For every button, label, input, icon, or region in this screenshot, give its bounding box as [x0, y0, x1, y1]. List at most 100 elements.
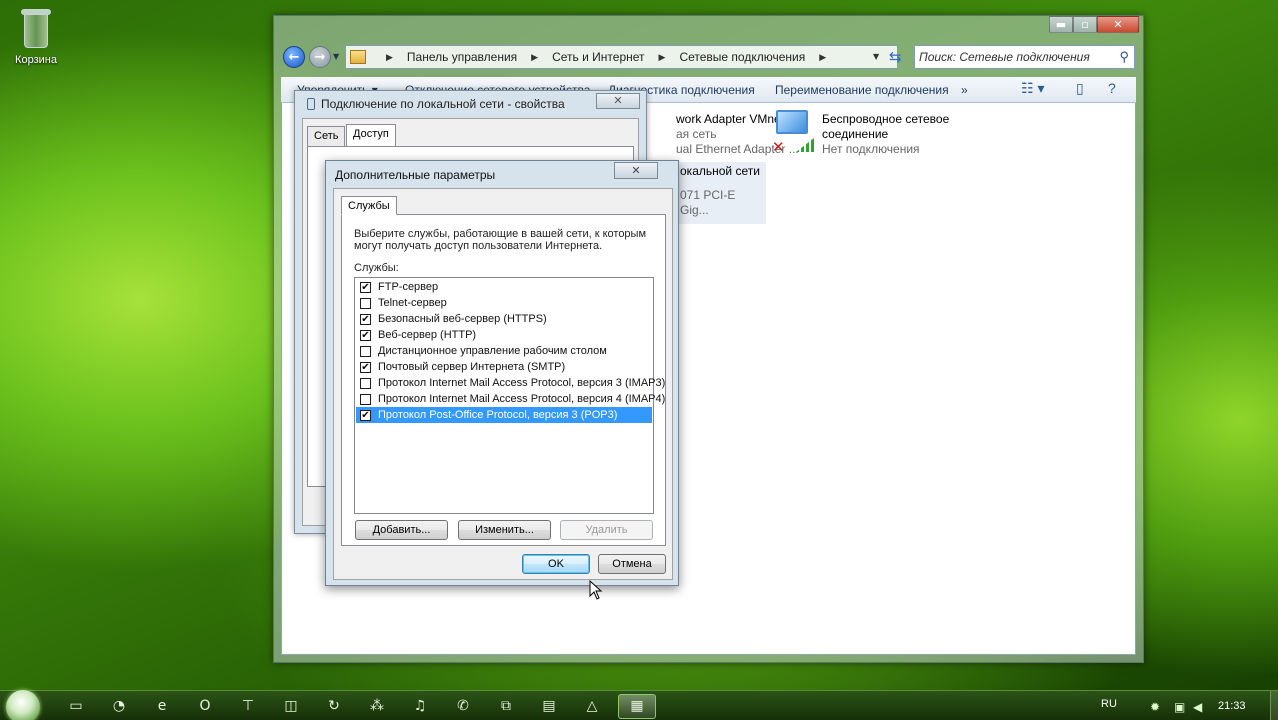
checkbox[interactable] [360, 393, 371, 405]
search-placeholder: Поиск: Сетевые подключения [919, 50, 1090, 64]
ok-button[interactable]: OK [522, 554, 590, 574]
tab-services[interactable]: Службы [341, 196, 397, 215]
service-label: Дистанционное управление рабочим столом [378, 345, 607, 357]
delete-button[interactable]: Удалить [560, 520, 653, 540]
tray-network-icon[interactable]: ▣ [1174, 700, 1185, 714]
connection-name: Беспроводное сетевое [822, 112, 950, 126]
services-panel: Выберите службы, работающие в вашей сети… [341, 214, 666, 546]
list-item-selected[interactable]: ✔ Протокол Post-Office Protocol, версия 3… [356, 407, 652, 423]
dialog-title: Подключение по локальной сети - свойства [307, 97, 565, 111]
search-icon[interactable]: ⚲ [1119, 46, 1129, 68]
wireless-connection-icon: ✕ [772, 110, 814, 156]
close-button[interactable]: ✕ [1097, 16, 1139, 33]
checkbox[interactable] [360, 345, 371, 357]
tray-app-icon[interactable]: ✹ [1150, 700, 1160, 714]
recent-pages-dropdown[interactable]: ▼ [333, 52, 339, 61]
service-label: Протокол Internet Mail Access Protocol, … [378, 393, 666, 405]
connection-name-2: соединение [822, 127, 889, 141]
maximize-button[interactable]: ▫ [1073, 16, 1097, 33]
show-desktop-button[interactable] [1270, 691, 1278, 720]
clock[interactable]: 21:33 [1218, 700, 1246, 712]
service-label: Протокол Internet Mail Access Protocol, … [378, 377, 666, 389]
warning-icon[interactable]: △ [583, 698, 601, 714]
add-button[interactable]: Добавить... [355, 520, 448, 540]
address-bar[interactable]: ▶ Панель управления ▶ Сеть и Интернет ▶ … [345, 45, 898, 69]
service-label: Telnet-сервер [378, 297, 447, 309]
services-list[interactable]: ✔ FTP-сервер Telnet-сервер ✔ Безопасный ве… [354, 277, 665, 514]
rename-button[interactable]: Переименование подключения [775, 83, 949, 97]
recycle-bin-label: Корзина [15, 54, 57, 66]
dialog-title: Дополнительные параметры [335, 168, 496, 182]
service-label: Веб-сервер (HTTP) [378, 329, 477, 341]
sync-icon[interactable]: ↻ [325, 698, 343, 714]
network-adapter-icon [307, 98, 315, 110]
start-button[interactable] [6, 690, 40, 720]
checkbox[interactable]: ✔ [360, 409, 371, 421]
volume-icon[interactable]: ◀ [1193, 700, 1202, 714]
internet-explorer-icon[interactable]: e [153, 698, 171, 714]
list-item[interactable]: Telnet-сервер [356, 295, 652, 311]
service-label: Протокол Post-Office Protocol, версия 3 … [378, 409, 618, 421]
browser-icon[interactable]: ◔ [110, 698, 128, 714]
edit-button[interactable]: Изменить... [458, 520, 551, 540]
back-button[interactable]: ← [283, 46, 305, 68]
address-row: ← → ▼ ▶ Панель управления ▶ Сеть и Интер… [281, 44, 1136, 70]
phone-icon[interactable]: ✆ [454, 698, 472, 714]
search-input[interactable]: Поиск: Сетевые подключения ⚲ [914, 45, 1135, 69]
checkbox[interactable]: ✔ [360, 281, 371, 293]
tab-sharing[interactable]: Доступ [346, 124, 396, 147]
list-item[interactable]: ✔ Почтовый сервер Интернета (SMTP) [356, 359, 652, 375]
list-item[interactable]: Протокол Internet Mail Access Protocol, … [356, 375, 665, 391]
close-button[interactable]: ✕ [596, 93, 640, 109]
cancel-button[interactable]: Отмена [598, 554, 666, 574]
dialog-body: Службы Выберите службы, работающие в ваш… [333, 188, 673, 580]
list-item[interactable]: Протокол Internet Mail Access Protocol, … [356, 391, 665, 407]
checkbox[interactable]: ✔ [360, 313, 371, 325]
chevron-right-icon: ▶ [819, 51, 827, 62]
checkbox[interactable]: ✔ [360, 329, 371, 341]
services-description: Выберите службы, работающие в вашей сети… [354, 228, 647, 252]
forward-button[interactable]: → [309, 46, 331, 68]
mouse-cursor-icon [589, 580, 603, 600]
minimize-button[interactable]: ▬ [1049, 16, 1073, 33]
service-label: Почтовый сервер Интернета (SMTP) [378, 361, 566, 373]
dialog-title-text: Подключение по локальной сети - свойства [321, 97, 565, 111]
chevron-right-icon: ▶ [531, 51, 539, 62]
connection-wireless[interactable]: Беспроводное сетевое соединение Нет подк… [822, 112, 949, 157]
show-desktop-icon[interactable]: ▭ [67, 698, 85, 714]
document-icon[interactable]: ▤ [540, 698, 558, 714]
refresh-icon[interactable]: ⇆ [889, 48, 902, 66]
opera-icon[interactable]: O [196, 698, 214, 714]
language-indicator[interactable]: RU [1101, 698, 1117, 710]
list-item[interactable]: ✔ FTP-сервер [356, 279, 652, 295]
taskbar-item-control-panel[interactable]: ▦ [618, 694, 656, 719]
help-icon[interactable]: ? [1108, 80, 1116, 96]
music-icon[interactable]: ♫ [411, 698, 429, 714]
checkbox[interactable] [360, 377, 371, 389]
window-caption-buttons: ▬ ▫ ✕ [1049, 16, 1139, 33]
connection-local-area[interactable]: окальной сети 071 PCI-E Gig... [676, 162, 766, 224]
service-label: FTP-сервер [378, 281, 439, 293]
more-commands-button[interactable]: » [961, 83, 968, 97]
tab-network[interactable]: Сеть [307, 126, 346, 146]
connection-device: 071 PCI-E Gig... [680, 188, 736, 217]
windows-icon[interactable]: ⧉ [497, 698, 515, 714]
media-icon[interactable]: ◫ [282, 698, 300, 714]
preview-pane-icon[interactable]: ▯ [1076, 80, 1084, 97]
taskbar: ▭ ◔ e O ⊤ ◫ ↻ ⁂ ♫ ✆ ⧉ ▤ △ ▦ RU ✹ ▣ ◀ 21:… [0, 690, 1278, 720]
close-button[interactable]: ✕ [614, 162, 658, 179]
breadcrumb-network-internet[interactable]: Сеть и Интернет [552, 50, 644, 64]
address-history-dropdown[interactable]: ▼ [873, 52, 879, 61]
network-icon[interactable]: ⁂ [368, 698, 386, 714]
list-item[interactable]: ✔ Веб-сервер (HTTP) [356, 327, 652, 343]
checkbox[interactable]: ✔ [360, 361, 371, 373]
app-icon[interactable]: ⊤ [239, 698, 257, 714]
breadcrumb-control-panel[interactable]: Панель управления [407, 50, 517, 64]
list-item[interactable]: Дистанционное управление рабочим столом [356, 343, 652, 359]
view-options-icon[interactable]: ☷ ▾ [1021, 80, 1044, 97]
connection-status: Нет подключения [822, 142, 920, 156]
breadcrumb-network-connections[interactable]: Сетевые подключения [679, 50, 805, 64]
list-item[interactable]: ✔ Безопасный веб-сервер (HTTPS) [356, 311, 652, 327]
checkbox[interactable] [360, 297, 371, 309]
recycle-bin-shortcut[interactable]: Корзина [8, 6, 64, 66]
